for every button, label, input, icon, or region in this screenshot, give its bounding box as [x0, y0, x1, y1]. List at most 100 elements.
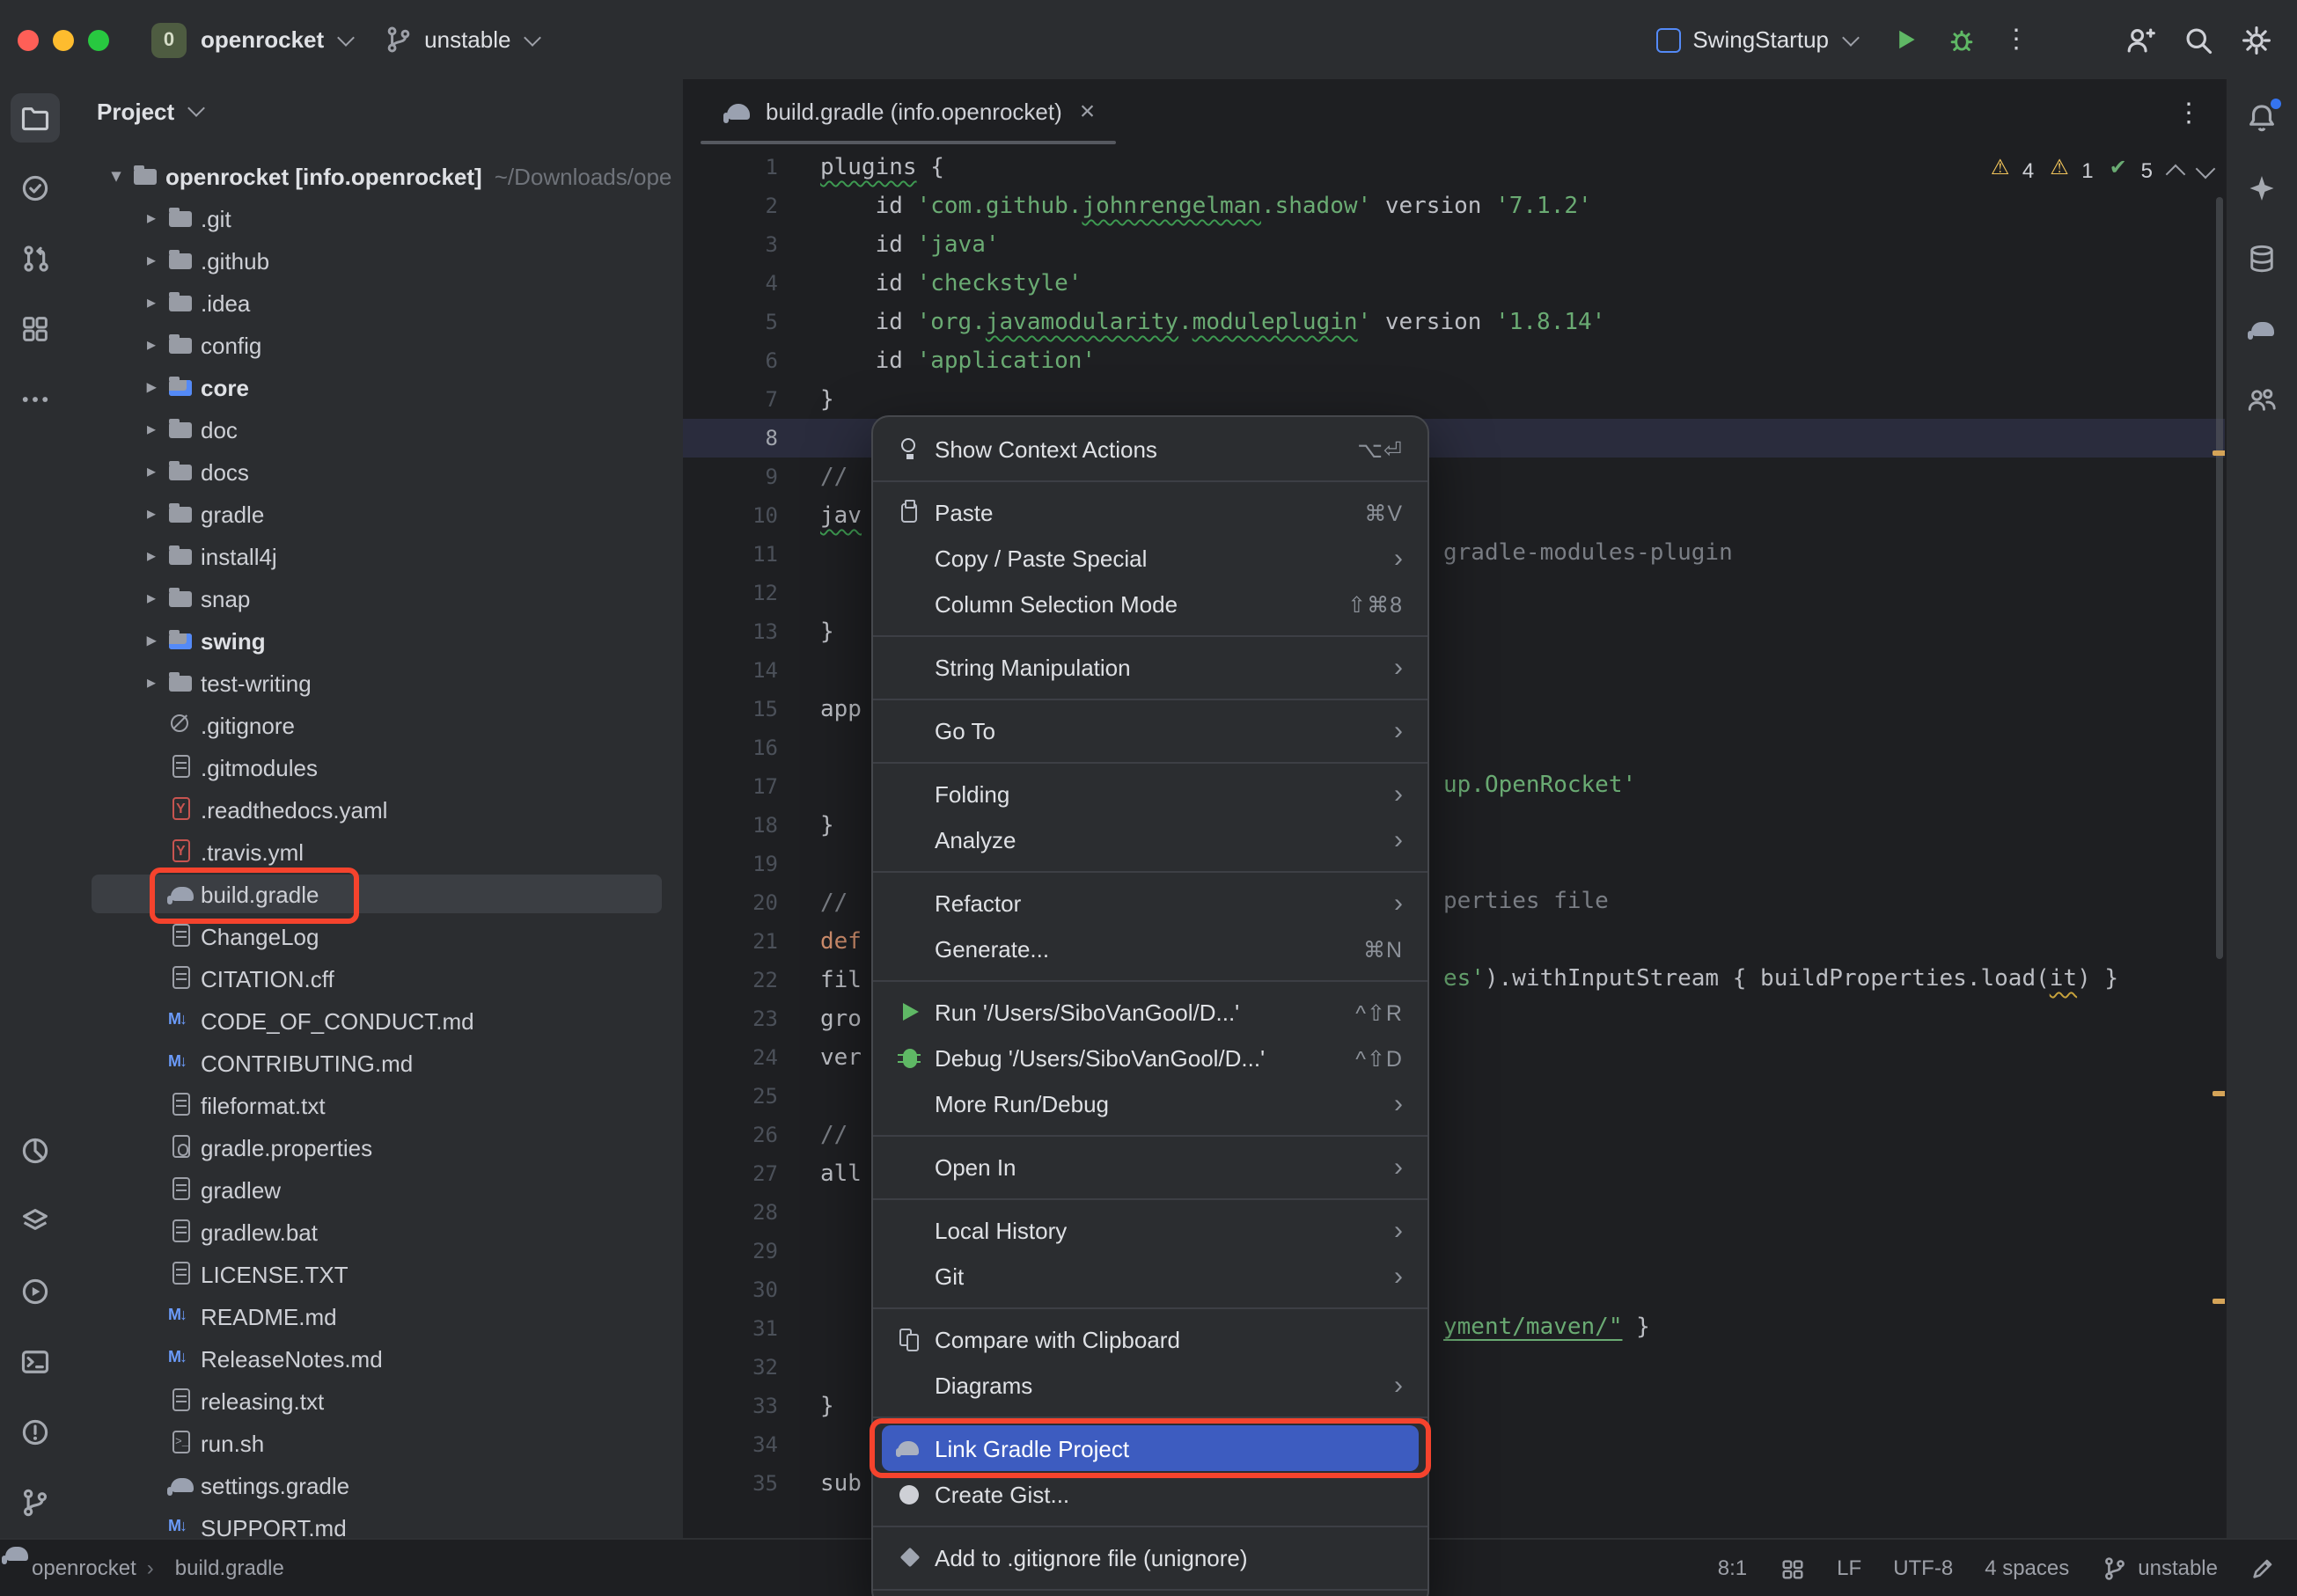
- tree-item[interactable]: ReleaseNotes.md: [70, 1337, 683, 1380]
- tree-item[interactable]: .idea: [70, 282, 683, 324]
- chevron-icon[interactable]: [137, 631, 165, 650]
- tree-item[interactable]: gradle: [70, 493, 683, 535]
- chevron-icon[interactable]: [137, 420, 165, 439]
- menu-item[interactable]: [873, 1190, 1427, 1207]
- menu-item[interactable]: Git: [873, 1253, 1427, 1299]
- editor-columns-widget[interactable]: [1779, 1555, 1805, 1581]
- tree-item[interactable]: .github: [70, 239, 683, 282]
- editor-scrollbar[interactable]: [2216, 197, 2223, 959]
- inspection-badge[interactable]: 4: [1991, 158, 2034, 183]
- chevron-icon[interactable]: [137, 462, 165, 481]
- chevron-icon[interactable]: [102, 166, 130, 186]
- menu-item[interactable]: [873, 1408, 1427, 1425]
- tree-item[interactable]: docs: [70, 450, 683, 493]
- encoding-widget[interactable]: UTF-8: [1893, 1556, 1953, 1580]
- settings-gear-icon[interactable]: [2241, 24, 2272, 55]
- menu-item[interactable]: More Run/Debug: [873, 1080, 1427, 1126]
- tree-item[interactable]: settings.gradle: [70, 1464, 683, 1506]
- menu-item[interactable]: [873, 753, 1427, 771]
- tree-item[interactable]: build.gradle: [70, 873, 683, 915]
- code-line[interactable]: 7}: [683, 380, 2227, 419]
- tree-item[interactable]: CITATION.cff: [70, 957, 683, 999]
- menu-item[interactable]: Diagrams: [873, 1362, 1427, 1408]
- menu-item[interactable]: Copy / Paste Special: [873, 535, 1427, 581]
- tree-item[interactable]: swing: [70, 619, 683, 662]
- tree-item[interactable]: .travis.yml: [70, 831, 683, 873]
- menu-item[interactable]: Add to .gitignore file (unignore): [873, 1534, 1427, 1580]
- menu-item[interactable]: Debug '/Users/SiboVanGool/D...' ^⇧D: [873, 1035, 1427, 1080]
- tree-item[interactable]: .git: [70, 197, 683, 239]
- menu-item[interactable]: Show Context Actions ⌥⏎: [873, 426, 1427, 472]
- tree-item[interactable]: .gitmodules: [70, 746, 683, 788]
- close-window-button[interactable]: [18, 29, 39, 50]
- indent-widget[interactable]: 4 spaces: [1985, 1556, 2069, 1580]
- tree-item[interactable]: snap: [70, 577, 683, 619]
- debug-button[interactable]: [1947, 25, 1977, 55]
- chevron-icon[interactable]: [137, 504, 165, 523]
- collaboration-button[interactable]: [2237, 375, 2286, 424]
- menu-item[interactable]: [873, 626, 1427, 644]
- menu-item[interactable]: Link Gradle Project: [882, 1425, 1419, 1471]
- editor-tab[interactable]: build.gradle (info.openrocket) ×: [701, 79, 1116, 144]
- menu-item[interactable]: [873, 1517, 1427, 1534]
- code-line[interactable]: 5 id 'org.javamodularity.moduleplugin' v…: [683, 303, 2227, 341]
- database-button[interactable]: [2237, 234, 2286, 283]
- menu-item[interactable]: [873, 690, 1427, 707]
- ai-assistant-button[interactable]: [2237, 164, 2286, 213]
- chevron-icon[interactable]: [137, 209, 165, 228]
- terminal-tool-button[interactable]: [11, 1337, 60, 1387]
- tree-item[interactable]: releasing.txt: [70, 1380, 683, 1422]
- project-panel-header[interactable]: Project: [70, 79, 683, 143]
- menu-item[interactable]: Folding: [873, 771, 1427, 816]
- add-user-button[interactable]: [2125, 24, 2156, 55]
- tree-item[interactable]: SUPPORT.md: [70, 1506, 683, 1538]
- notifications-button[interactable]: [2237, 93, 2286, 143]
- menu-item[interactable]: Compare with Clipboard: [873, 1316, 1427, 1362]
- tree-item[interactable]: ChangeLog: [70, 915, 683, 957]
- menu-item[interactable]: Generate... ⌘N: [873, 926, 1427, 971]
- chevron-icon[interactable]: [137, 293, 165, 312]
- more-actions-button[interactable]: ⋮: [2003, 26, 2029, 53]
- tree-item[interactable]: core: [70, 366, 683, 408]
- menu-item[interactable]: Open In: [873, 1144, 1427, 1190]
- tree-item[interactable]: test-writing: [70, 662, 683, 704]
- tree-item[interactable]: README.md: [70, 1295, 683, 1337]
- project-widget[interactable]: 0 openrocket: [151, 22, 352, 57]
- services-tool-button[interactable]: [11, 1197, 60, 1246]
- tree-item[interactable]: .readthedocs.yaml: [70, 788, 683, 831]
- tree-item[interactable]: gradle.properties: [70, 1126, 683, 1168]
- menu-item[interactable]: String Manipulation: [873, 644, 1427, 690]
- tree-item[interactable]: config: [70, 324, 683, 366]
- search-icon[interactable]: [2183, 24, 2214, 55]
- chevron-icon[interactable]: [137, 546, 165, 566]
- menu-item[interactable]: Run '/Users/SiboVanGool/D...' ^⇧R: [873, 989, 1427, 1035]
- minimize-window-button[interactable]: [53, 29, 74, 50]
- code-line[interactable]: 3 id 'java': [683, 225, 2227, 264]
- tree-item[interactable]: gradlew.bat: [70, 1211, 683, 1253]
- structure-tool-button[interactable]: [11, 304, 60, 354]
- close-tab-icon[interactable]: ×: [1080, 97, 1096, 127]
- breadcrumb-item[interactable]: openrocket ›: [21, 1556, 154, 1580]
- tree-item[interactable]: doc: [70, 408, 683, 450]
- tree-item[interactable]: gradlew: [70, 1168, 683, 1211]
- menu-item[interactable]: Paste ⌘V: [873, 489, 1427, 535]
- pull-requests-tool-button[interactable]: [11, 234, 60, 283]
- next-problem-icon[interactable]: [2196, 159, 2216, 179]
- chevron-icon[interactable]: [137, 589, 165, 608]
- tree-item[interactable]: run.sh: [70, 1422, 683, 1464]
- previous-problem-icon[interactable]: [2166, 164, 2186, 184]
- tab-options-button[interactable]: ⋮: [2176, 96, 2202, 128]
- code-line[interactable]: 2 id 'com.github.johnrengelman.shadow' v…: [683, 187, 2227, 225]
- menu-item[interactable]: Go To: [873, 707, 1427, 753]
- branch-widget[interactable]: unstable: [384, 25, 539, 55]
- line-ending-widget[interactable]: LF: [1837, 1556, 1861, 1580]
- menu-item[interactable]: [873, 971, 1427, 989]
- tree-item[interactable]: CONTRIBUTING.md: [70, 1042, 683, 1084]
- tree-item[interactable]: openrocket [info.openrocket] ~/Downloads…: [70, 155, 683, 197]
- menu-item[interactable]: [873, 1580, 1427, 1596]
- write-access-widget[interactable]: [2249, 1555, 2276, 1581]
- run-tool-button[interactable]: [11, 1267, 60, 1316]
- more-tool-windows-button[interactable]: [11, 375, 60, 424]
- tree-item[interactable]: fileformat.txt: [70, 1084, 683, 1126]
- chevron-icon[interactable]: [137, 377, 165, 397]
